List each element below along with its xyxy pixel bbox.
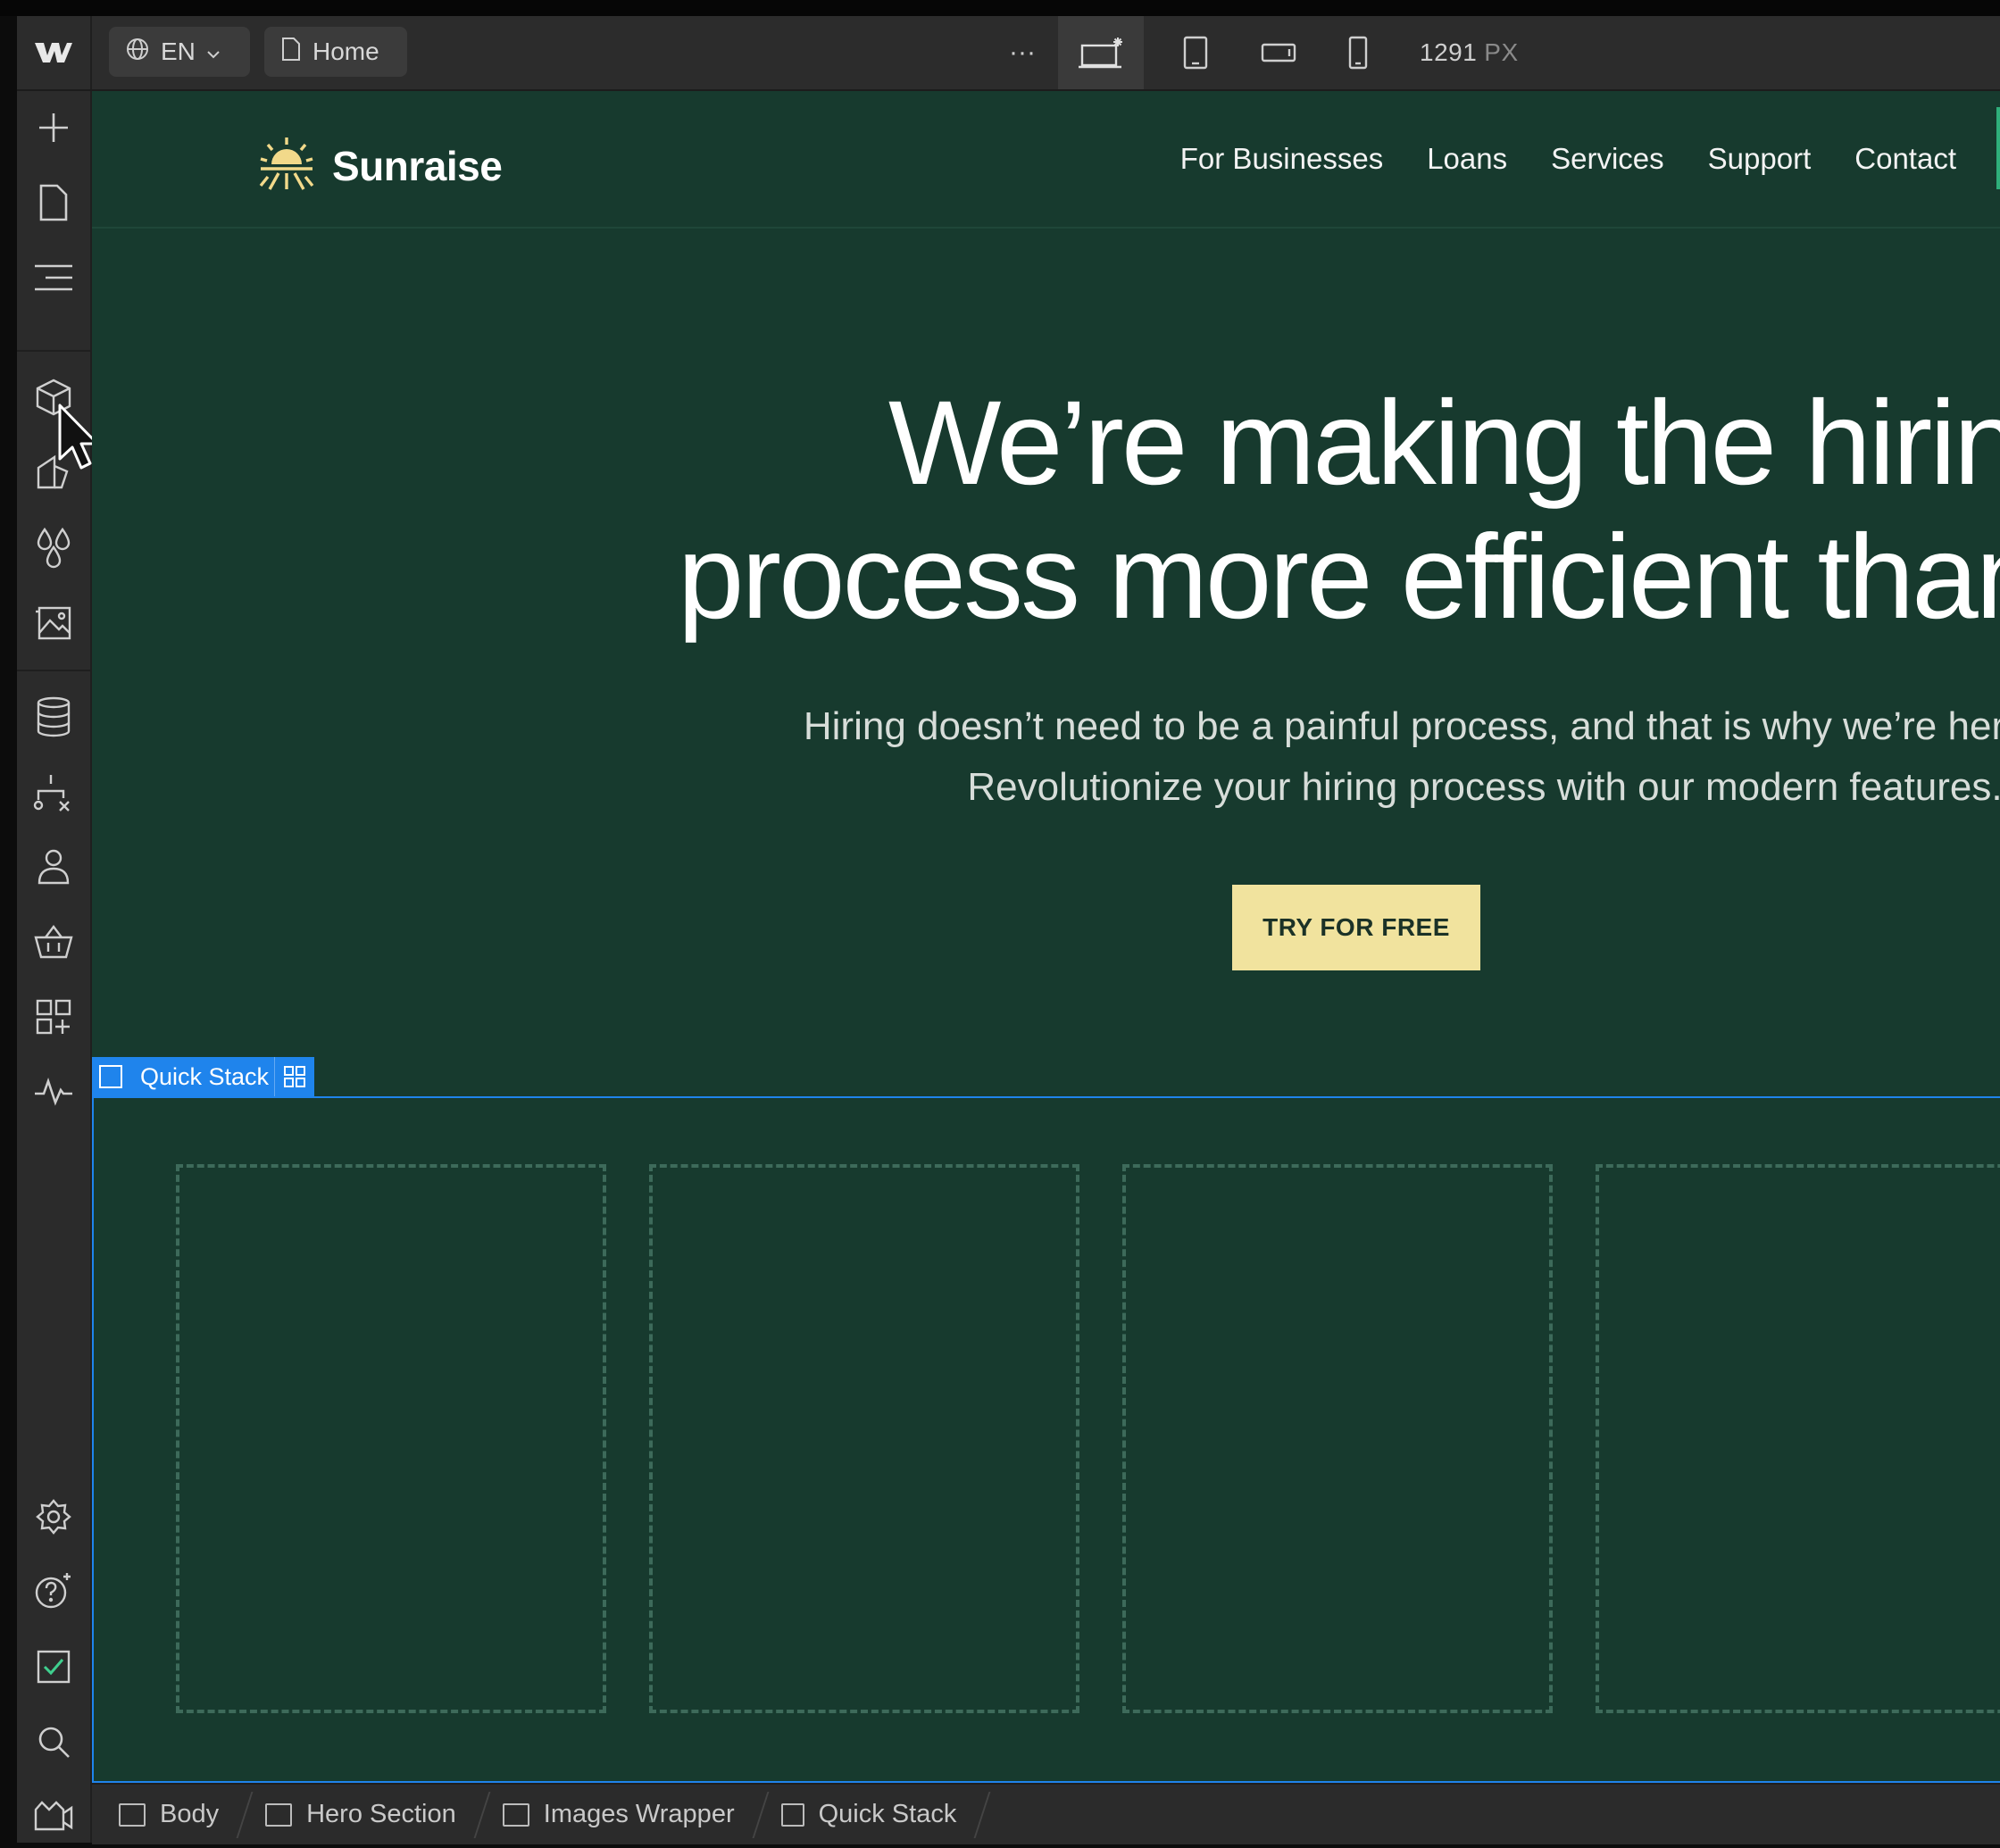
quick-stack-cell-3[interactable] (1122, 1164, 1553, 1713)
viewport-width-unit: PX (1484, 38, 1519, 66)
window-top-strip (0, 0, 2000, 16)
nav-link-support[interactable]: Support (1708, 142, 1812, 176)
section-element-icon (265, 1802, 293, 1827)
brand-name: Sunraise (332, 142, 503, 189)
div-block-icon (502, 1802, 529, 1827)
breadcrumb-label: Hero Section (306, 1800, 456, 1828)
quick-stack-grid-icon[interactable] (274, 1057, 314, 1096)
video-tutorials-icon[interactable] (17, 1782, 90, 1848)
designer-app: EN Home ··· 1291 PX Sunraise For Busines… (17, 16, 2000, 1844)
nav-link-for-businesses[interactable]: For Businesses (1180, 142, 1383, 176)
users-icon[interactable] (17, 834, 90, 900)
page-selector[interactable]: Home (264, 27, 407, 77)
cms-icon[interactable] (17, 684, 90, 750)
variables-icon[interactable] (17, 514, 90, 580)
breadcrumb-hero-section[interactable]: Hero Section (238, 1785, 476, 1844)
site-nav-links: For Businesses Loans Services Support Co… (1180, 91, 2000, 227)
site-navbar: Sunraise For Businesses Loans Services S… (92, 91, 2000, 229)
apps-icon[interactable] (17, 984, 90, 1050)
nav-link-loans[interactable]: Loans (1427, 142, 1507, 176)
assets-icon[interactable] (17, 589, 90, 655)
top-bar: EN Home ··· 1291 PX (17, 16, 2000, 91)
mobile-portrait-breakpoint-icon[interactable] (1333, 16, 1383, 89)
locale-label: EN (161, 37, 196, 65)
viewport-width-readout[interactable]: 1291 PX (1420, 16, 1519, 89)
site-brand[interactable]: Sunraise (259, 136, 503, 196)
settings-icon[interactable] (17, 1484, 90, 1550)
sun-logo-icon (259, 136, 314, 196)
page-icon (280, 37, 302, 68)
nav-link-contact[interactable]: Contact (1854, 142, 1956, 176)
desktop-breakpoint-icon[interactable] (1058, 16, 1144, 89)
try-for-free-button[interactable]: TRY FOR FREE (1232, 885, 1480, 970)
hero-paragraph-line-1: Hiring doesn’t need to be a painful proc… (803, 704, 2000, 748)
element-square-icon (99, 1065, 122, 1088)
quick-stack-element-icon (780, 1802, 804, 1827)
breadcrumb-label: Images Wrapper (543, 1800, 735, 1828)
more-options-icon[interactable]: ··· (1004, 16, 1040, 89)
audit-check-icon[interactable] (17, 1634, 90, 1700)
body-element-icon (119, 1802, 146, 1827)
ecommerce-basket-icon[interactable] (17, 909, 90, 975)
hero-heading-line-1: We’re making the hiring (888, 377, 2000, 510)
selected-element-label: Quick Stack (140, 1062, 270, 1090)
webflow-logo-icon[interactable] (17, 16, 92, 89)
logic-icon[interactable] (17, 759, 90, 825)
left-toolbar (17, 91, 99, 1843)
locale-selector[interactable]: EN (109, 27, 250, 77)
quick-stack-cell-4[interactable] (1596, 1164, 2000, 1713)
mobile-landscape-breakpoint-icon[interactable] (1246, 16, 1312, 89)
hero-heading-line-2: process more efficient than ever (677, 511, 2000, 644)
element-breadcrumb: Body Hero Section Images Wrapper Quick S… (92, 1783, 2000, 1844)
breadcrumb-label: Body (160, 1800, 220, 1828)
breadcrumb-body[interactable]: Body (92, 1785, 238, 1844)
page-label: Home (312, 37, 379, 65)
pages-icon[interactable] (17, 170, 90, 236)
globe-icon (125, 37, 150, 68)
breadcrumb-quick-stack[interactable]: Quick Stack (754, 1785, 977, 1844)
selected-element-tag[interactable]: Quick Stack (92, 1057, 314, 1096)
chevron-down-icon (206, 37, 221, 66)
search-icon[interactable] (17, 1709, 90, 1775)
hero-heading[interactable]: We’re making the hiring process more eff… (92, 377, 2000, 645)
breadcrumb-images-wrapper[interactable]: Images Wrapper (476, 1785, 754, 1844)
quick-stack-cell-2[interactable] (649, 1164, 1079, 1713)
hero-paragraph-line-2: Revolutionize your hiring process with o… (967, 765, 2000, 809)
hero-paragraph[interactable]: Hiring doesn’t need to be a painful proc… (92, 696, 2000, 818)
quick-stack-cell-1[interactable] (176, 1164, 606, 1713)
nav-button-edge (1996, 107, 2000, 189)
viewport-width-value: 1291 (1420, 38, 1478, 66)
navigator-icon[interactable] (17, 245, 90, 311)
activity-icon[interactable] (17, 1059, 90, 1125)
design-canvas[interactable]: Sunraise For Businesses Loans Services S… (92, 91, 2000, 1783)
tablet-breakpoint-icon[interactable] (1169, 16, 1222, 89)
help-ai-icon[interactable] (17, 1557, 90, 1623)
add-element-icon[interactable] (17, 95, 90, 161)
nav-link-services[interactable]: Services (1551, 142, 1664, 176)
breadcrumb-label: Quick Stack (818, 1800, 957, 1828)
